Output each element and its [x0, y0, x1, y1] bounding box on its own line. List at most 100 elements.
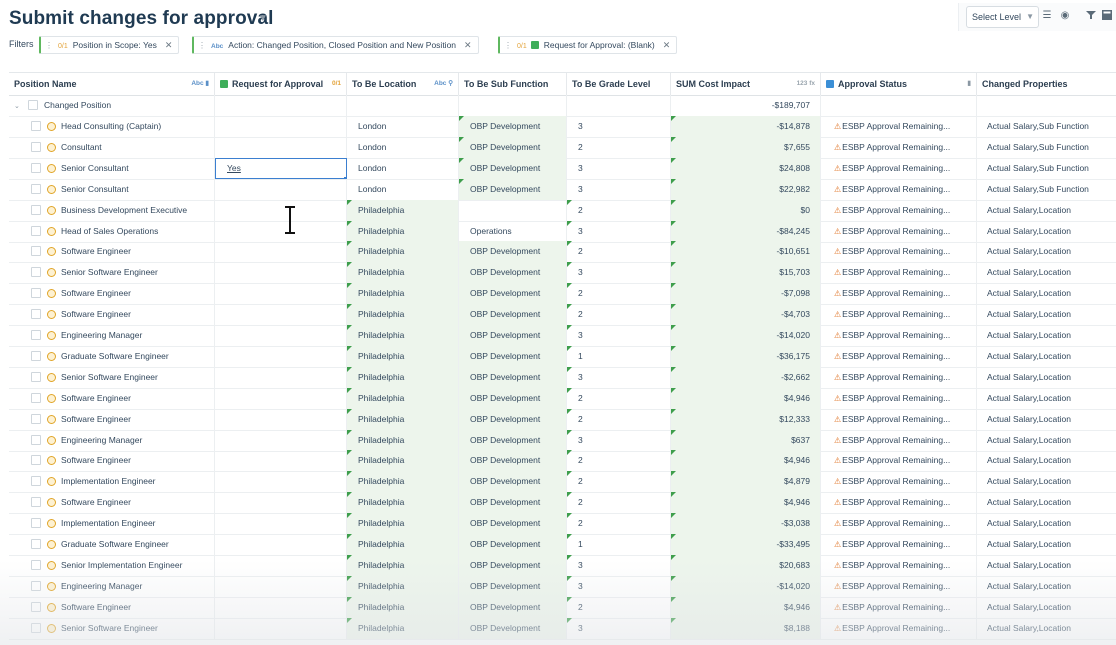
table-row[interactable]: Software Engineer Philadelphia OBP Develop…: [9, 596, 1116, 619]
chevron-down-icon[interactable]: ⌄: [14, 96, 24, 116]
to-be-location-cell[interactable]: Philadelphia: [347, 492, 459, 514]
approval-status-cell[interactable]: ⚠ESBP Approval Remaining...: [821, 450, 977, 472]
approval-status-cell[interactable]: ⚠ESBP Approval Remaining...: [821, 199, 977, 221]
approval-status-cell[interactable]: ⚠ESBP Approval Remaining...: [821, 136, 977, 158]
request-for-approval-cell[interactable]: [215, 241, 347, 263]
row-checkbox[interactable]: [31, 455, 41, 466]
chevron-down-icon[interactable]: ▼: [258, 13, 268, 24]
position-name-cell[interactable]: Software Engineer: [9, 596, 215, 618]
row-checkbox[interactable]: [31, 141, 41, 152]
table-row[interactable]: Software Engineer Philadelphia OBP Develop…: [9, 283, 1116, 306]
request-for-approval-cell[interactable]: [215, 366, 347, 388]
approval-status-cell[interactable]: ⚠ESBP Approval Remaining...: [821, 262, 977, 284]
to-be-grade-level-cell[interactable]: 3: [567, 262, 671, 284]
to-be-sub-function-cell[interactable]: OBP Development: [459, 429, 567, 451]
approval-status-cell[interactable]: ⚠ESBP Approval Remaining...: [821, 554, 977, 576]
to-be-grade-level-cell[interactable]: 2: [567, 136, 671, 158]
approval-status-cell[interactable]: ⚠ESBP Approval Remaining...: [821, 220, 977, 242]
to-be-grade-level-cell[interactable]: 2: [567, 283, 671, 305]
to-be-grade-level-cell[interactable]: 3: [567, 116, 671, 137]
approval-status-cell[interactable]: ⚠ESBP Approval Remaining...: [821, 325, 977, 346]
to-be-sub-function-cell[interactable]: OBP Development: [459, 116, 567, 137]
to-be-sub-function-cell[interactable]: OBP Development: [459, 241, 567, 263]
column-header-to-be-sub-function[interactable]: To Be Sub Function: [459, 73, 567, 95]
request-for-approval-cell[interactable]: [215, 575, 347, 597]
drag-handle-icon[interactable]: ⋮: [198, 38, 206, 54]
table-row[interactable]: Graduate Software Engineer Philadelphia OB…: [9, 345, 1116, 368]
cost-impact-cell[interactable]: -$14,020: [671, 325, 821, 346]
close-icon[interactable]: ✕: [464, 37, 472, 53]
position-name-cell[interactable]: Implementation Engineer: [9, 471, 215, 493]
position-name-cell[interactable]: Senior Software Engineer: [9, 617, 215, 639]
table-row[interactable]: Senior Consultant London OBP Development 3 $…: [9, 178, 1116, 201]
to-be-sub-function-cell[interactable]: OBP Development: [459, 408, 567, 430]
cost-impact-cell[interactable]: -$14,878: [671, 116, 821, 137]
changed-properties-cell[interactable]: Actual Salary,Location: [977, 325, 1116, 346]
position-name-cell[interactable]: Senior Implementation Engineer: [9, 554, 215, 576]
table-row[interactable]: Implementation Engineer Philadelphia OBP D…: [9, 513, 1116, 536]
table-row[interactable]: Senior Software Engineer Philadelphia OBP …: [9, 262, 1116, 285]
to-be-sub-function-cell[interactable]: OBP Development: [459, 513, 567, 535]
table-row[interactable]: Software Engineer Philadelphia OBP Develop…: [9, 450, 1116, 473]
table-row[interactable]: Software Engineer Philadelphia OBP Develop…: [9, 492, 1116, 515]
approval-status-cell[interactable]: ⚠ESBP Approval Remaining...: [821, 513, 977, 535]
column-header-approval-status[interactable]: Approval Status ▮: [821, 73, 977, 95]
filter-chip-action[interactable]: ⋮ Abc Action: Changed Position, Closed Pos…: [192, 36, 479, 54]
cost-impact-cell[interactable]: -$7,098: [671, 283, 821, 305]
request-for-approval-cell[interactable]: [215, 513, 347, 535]
request-for-approval-cell[interactable]: [215, 304, 347, 326]
row-checkbox[interactable]: [31, 601, 41, 612]
to-be-grade-level-cell[interactable]: 2: [567, 304, 671, 326]
changed-properties-cell[interactable]: Actual Salary,Sub Function: [977, 116, 1116, 137]
position-name-cell[interactable]: Graduate Software Engineer: [9, 345, 215, 367]
to-be-sub-function-cell[interactable]: OBP Development: [459, 136, 567, 158]
row-checkbox[interactable]: [31, 559, 41, 570]
position-name-cell[interactable]: Senior Software Engineer: [9, 366, 215, 388]
request-for-approval-cell[interactable]: [215, 220, 347, 242]
position-name-cell[interactable]: Head of Sales Operations: [9, 220, 215, 242]
cost-impact-cell[interactable]: -$3,038: [671, 513, 821, 535]
list-icon[interactable]: ☰: [1041, 10, 1053, 22]
request-for-approval-cell[interactable]: [215, 325, 347, 346]
to-be-grade-level-cell[interactable]: 2: [567, 596, 671, 618]
to-be-grade-level-cell[interactable]: 2: [567, 471, 671, 493]
to-be-sub-function-cell[interactable]: OBP Development: [459, 366, 567, 388]
row-checkbox[interactable]: [31, 497, 41, 508]
row-checkbox[interactable]: [31, 371, 41, 382]
position-name-cell[interactable]: Engineering Manager: [9, 325, 215, 346]
to-be-sub-function-cell[interactable]: OBP Development: [459, 554, 567, 576]
filter-icon[interactable]: [1085, 10, 1097, 22]
cost-impact-cell[interactable]: $24,808: [671, 157, 821, 179]
to-be-location-cell[interactable]: Philadelphia: [347, 366, 459, 388]
request-for-approval-cell[interactable]: [215, 471, 347, 493]
row-checkbox[interactable]: [31, 330, 41, 340]
cost-impact-cell[interactable]: $4,946: [671, 387, 821, 409]
filter-chip-position-in-scope[interactable]: ⋮ 0/1 Position in Scope: Yes ✕: [39, 36, 180, 54]
position-name-cell[interactable]: Senior Consultant: [9, 178, 215, 200]
request-for-approval-cell[interactable]: Yes: [215, 157, 347, 179]
approval-status-cell[interactable]: ⚠ESBP Approval Remaining...: [821, 345, 977, 367]
to-be-grade-level-cell[interactable]: 3: [567, 220, 671, 242]
request-for-approval-cell[interactable]: [215, 283, 347, 305]
to-be-location-cell[interactable]: Philadelphia: [347, 429, 459, 451]
position-name-cell[interactable]: Graduate Software Engineer: [9, 534, 215, 555]
row-checkbox[interactable]: [31, 476, 41, 487]
to-be-location-cell[interactable]: London: [347, 157, 459, 179]
changed-properties-cell[interactable]: Actual Salary,Sub Function: [977, 179, 1116, 200]
changed-properties-cell[interactable]: Actual Salary,Location: [977, 430, 1116, 451]
table-row[interactable]: Graduate Software Engineer Philadelphia OB…: [9, 534, 1116, 556]
group-cell[interactable]: ⌄ Changed Position: [9, 95, 215, 116]
to-be-location-cell[interactable]: Philadelphia: [347, 325, 459, 346]
approval-status-cell[interactable]: ⚠ESBP Approval Remaining...: [821, 429, 977, 451]
filter-chip-request-for-approval[interactable]: ⋮ 0/1 Request for Approval: (Blank) ✕: [498, 36, 678, 54]
cost-impact-cell[interactable]: $4,946: [671, 450, 821, 472]
position-name-cell[interactable]: Consultant: [9, 136, 215, 158]
row-checkbox[interactable]: [31, 204, 41, 215]
to-be-location-cell[interactable]: Philadelphia: [347, 575, 459, 597]
approval-status-cell[interactable]: ⚠ESBP Approval Remaining...: [821, 241, 977, 263]
cost-impact-cell[interactable]: -$84,245: [671, 220, 821, 242]
changed-properties-cell[interactable]: Actual Salary,Location: [977, 200, 1116, 221]
position-name-cell[interactable]: Engineering Manager: [9, 575, 215, 597]
to-be-location-cell[interactable]: Philadelphia: [347, 262, 459, 284]
to-be-location-cell[interactable]: Philadelphia: [347, 554, 459, 576]
